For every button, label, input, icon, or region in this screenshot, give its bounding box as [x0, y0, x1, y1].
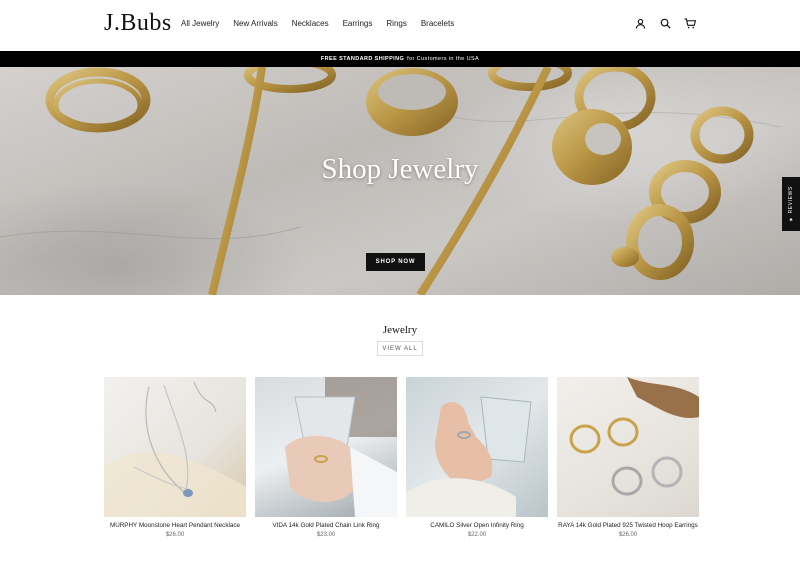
necklace-image — [104, 381, 246, 517]
nav-necklaces[interactable]: Necklaces — [292, 19, 329, 28]
hero-banner: Shop Jewelry SHOP NOW ★ REVIEWS — [0, 67, 800, 295]
product-price: $26.00 — [165, 532, 185, 538]
product-card[interactable]: MURPHY Moonstone Heart Pendant Necklace … — [104, 377, 246, 538]
product-card[interactable]: RAYA 14k Gold Plated 925 Twisted Hoop Ea… — [557, 377, 699, 538]
product-card[interactable]: VIDA 14k Gold Plated Chain Link Ring $23… — [255, 377, 397, 538]
ring-hand-image — [285, 377, 397, 517]
product-image[interactable] — [104, 377, 246, 517]
product-image[interactable] — [255, 377, 397, 517]
product-name[interactable]: RAYA 14k Gold Plated 925 Twisted Hoop Ea… — [557, 522, 699, 529]
product-grid: MURPHY Moonstone Heart Pendant Necklace … — [104, 377, 699, 538]
view-all-button[interactable]: VIEW ALL — [377, 341, 423, 356]
product-name[interactable]: CAMILO Silver Open Infinity Ring — [406, 522, 548, 529]
product-price: $26.00 — [618, 532, 638, 538]
product-card[interactable]: CAMILO Silver Open Infinity Ring $22.00 — [406, 377, 548, 538]
product-price: $23.00 — [316, 532, 336, 538]
user-icon[interactable] — [634, 17, 646, 29]
infinity-ring-image — [406, 396, 532, 517]
collection-title: Jewelry — [382, 324, 418, 336]
nav-all-jewelry[interactable]: All Jewelry — [181, 19, 219, 28]
store-logo[interactable]: J.Bubs — [104, 10, 172, 37]
announcement-text: for Customers in the USA — [407, 56, 480, 62]
product-image[interactable] — [406, 377, 548, 517]
cart-icon[interactable] — [684, 17, 696, 29]
nav-rings[interactable]: Rings — [386, 19, 406, 28]
site-header: J.Bubs All Jewelry New Arrivals Necklace… — [0, 0, 800, 51]
nav-new-arrivals[interactable]: New Arrivals — [233, 19, 277, 28]
hero-title: Shop Jewelry — [321, 153, 479, 185]
product-name[interactable]: MURPHY Moonstone Heart Pendant Necklace — [104, 522, 246, 529]
product-price: $22.00 — [467, 532, 487, 538]
hoop-earrings-image — [569, 377, 699, 496]
product-image[interactable] — [557, 377, 699, 517]
nav-earrings[interactable]: Earrings — [343, 19, 373, 28]
header-icons — [634, 17, 696, 29]
product-name[interactable]: VIDA 14k Gold Plated Chain Link Ring — [255, 522, 397, 529]
shop-now-button[interactable]: SHOP NOW — [366, 253, 425, 271]
announcement-bold: FREE STANDARD SHIPPING — [320, 56, 405, 62]
nav-bracelets[interactable]: Bracelets — [421, 19, 454, 28]
reviews-tab[interactable]: ★ REVIEWS — [782, 177, 800, 231]
announcement-bar: FREE STANDARD SHIPPING for Customers in … — [0, 51, 800, 67]
main-nav: All Jewelry New Arrivals Necklaces Earri… — [181, 19, 468, 28]
search-icon[interactable] — [659, 17, 671, 29]
